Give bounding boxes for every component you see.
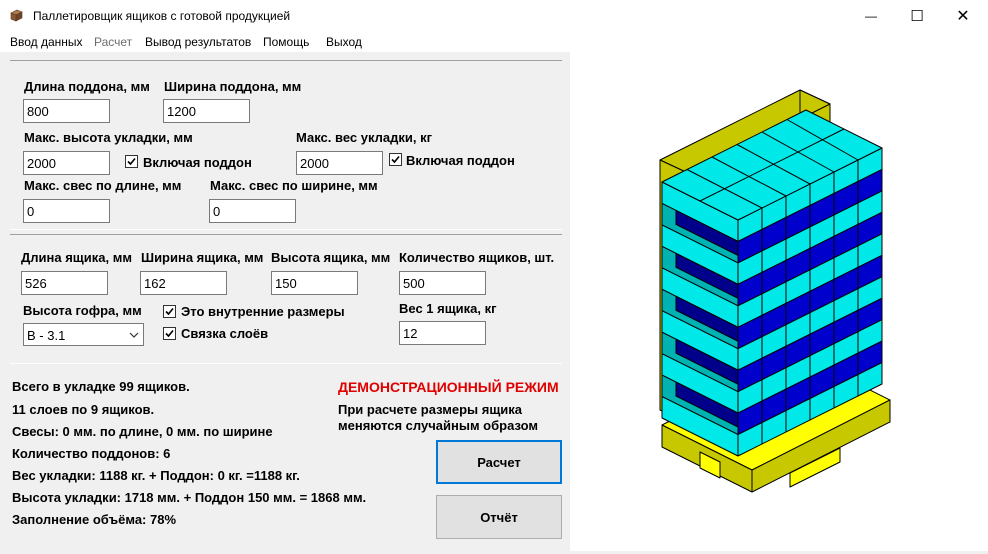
result-overhangs: Свесы: 0 мм. по длине, 0 мм. по ширине (12, 424, 273, 439)
menu-calculate[interactable]: Расчет (94, 35, 132, 49)
result-total-boxes: Всего в укладке 99 ящиков. (12, 379, 190, 394)
calculate-button[interactable]: Расчет (436, 440, 562, 484)
pallet-length-label: Длина поддона, мм (24, 79, 150, 94)
box-weight-label: Вес 1 ящика, кг (399, 301, 497, 316)
max-weight-label: Макс. вес укладки, кг (296, 130, 433, 145)
maximize-button[interactable]: ☐ (894, 0, 940, 32)
menu-input-data[interactable]: Ввод данных (10, 35, 83, 49)
height-includes-pallet-label: Включая поддон (143, 155, 252, 170)
checkmark-icon (165, 307, 174, 316)
close-icon: ✕ (956, 8, 970, 25)
box-length-input[interactable]: 526 (21, 271, 108, 295)
box-length-label: Длина ящика, мм (21, 250, 132, 265)
internal-dimensions-checkbox[interactable] (163, 305, 176, 318)
box-width-input[interactable]: 162 (140, 271, 227, 295)
layer-binding-label: Связка слоёв (181, 326, 269, 341)
box-width-label: Ширина ящика, мм (141, 250, 264, 265)
minimize-button[interactable]: — (848, 0, 894, 32)
overhang-width-input[interactable]: 0 (209, 199, 296, 223)
result-layers: 11 слоев по 9 ящиков. (12, 402, 155, 417)
flute-height-label: Высота гофра, мм (23, 303, 142, 318)
result-height: Высота укладки: 1718 мм. + Поддон 150 мм… (12, 490, 367, 505)
internal-dimensions-label: Это внутренние размеры (181, 304, 345, 319)
box-height-input[interactable]: 150 (271, 271, 358, 295)
minimize-icon: — (865, 9, 877, 23)
box-count-label: Количество ящиков, шт. (399, 250, 555, 265)
result-weight: Вес укладки: 1188 кг. + Поддон: 0 кг. =1… (12, 468, 300, 483)
chevron-down-icon (129, 332, 139, 338)
checkmark-icon (165, 329, 174, 338)
flute-height-select[interactable]: B - 3.1 (23, 323, 144, 346)
box-height-label: Высота ящика, мм (271, 250, 391, 265)
demo-mode-title: ДЕМОНСТРАЦИОННЫЙ РЕЖИМ (338, 379, 559, 395)
demo-note-line1: При расчете размеры ящика (338, 402, 523, 417)
flute-height-value: B - 3.1 (27, 328, 66, 343)
app-box-icon (10, 9, 23, 22)
demo-note-line2: меняются случайным образом (338, 418, 539, 433)
menu-exit[interactable]: Выход (326, 35, 362, 49)
overhang-length-label: Макс. свес по длине, мм (24, 178, 182, 193)
close-button[interactable]: ✕ (940, 0, 986, 32)
result-volume-fill: Заполнение объёма: 78% (12, 512, 177, 527)
checkmark-icon (391, 155, 400, 164)
height-includes-pallet-checkbox[interactable] (125, 155, 138, 168)
overhang-width-label: Макс. свес по ширине, мм (210, 178, 378, 193)
max-height-label: Макс. высота укладки, мм (24, 130, 193, 145)
weight-includes-pallet-label: Включая поддон (406, 153, 515, 168)
pallet-width-label: Ширина поддона, мм (164, 79, 302, 94)
overhang-length-input[interactable]: 0 (23, 199, 110, 223)
pallet-length-input[interactable]: 800 (23, 99, 110, 123)
weight-includes-pallet-checkbox[interactable] (389, 153, 402, 166)
layer-binding-checkbox[interactable] (163, 327, 176, 340)
box-count-input[interactable]: 500 (399, 271, 486, 295)
result-pallet-count: Количество поддонов: 6 (12, 446, 171, 461)
menu-help[interactable]: Помощь (263, 35, 309, 49)
window-title: Паллетировщик ящиков с готовой продукцие… (33, 9, 291, 23)
maximize-icon: ☐ (910, 8, 924, 25)
checkmark-icon (127, 157, 136, 166)
pallet-width-input[interactable]: 1200 (163, 99, 250, 123)
report-button[interactable]: Отчёт (436, 495, 562, 539)
box-weight-input[interactable]: 12 (399, 321, 486, 345)
max-weight-input[interactable]: 2000 (296, 151, 383, 175)
pallet-stack-drawing (659, 89, 891, 493)
max-height-input[interactable]: 2000 (23, 151, 110, 175)
pallet-visualization-panel (570, 52, 988, 551)
menu-output-results[interactable]: Вывод результатов (145, 35, 251, 49)
